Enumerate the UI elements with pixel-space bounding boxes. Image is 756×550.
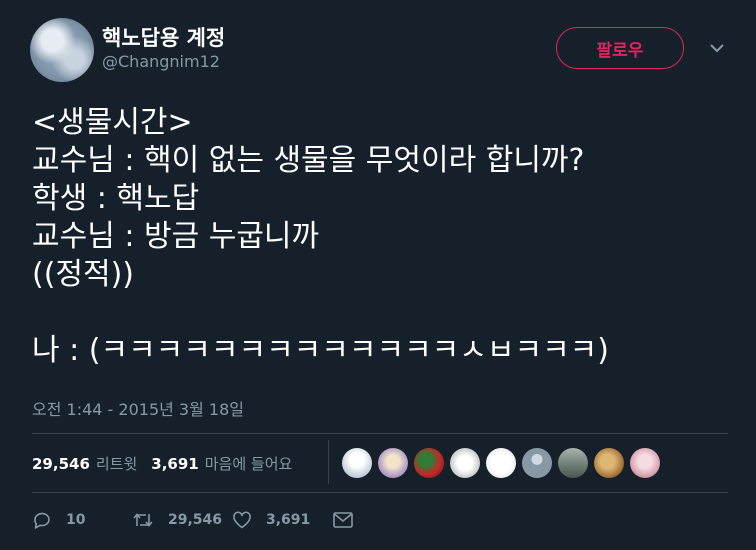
likes-label: 마음에 들어요 <box>204 455 293 473</box>
reply-icon <box>34 512 50 529</box>
profile-avatar[interactable] <box>30 18 94 82</box>
divider-bottom <box>32 492 728 493</box>
liker-avatar[interactable] <box>630 448 660 478</box>
engagement-stats: 29,546 리트윗 3,691 마음에 들어요 <box>32 453 306 474</box>
retweets-label: 리트윗 <box>95 455 138 473</box>
display-name[interactable]: 핵노답용 계정 <box>102 22 225 52</box>
divider-top <box>32 433 728 434</box>
like-button[interactable]: 3,691 <box>232 510 332 530</box>
retweet-icon <box>133 513 153 527</box>
chevron-down-icon[interactable] <box>707 40 727 56</box>
likes-count: 3,691 <box>151 455 199 473</box>
reply-count: 10 <box>66 512 86 528</box>
liker-avatar[interactable] <box>414 448 444 478</box>
heart-icon <box>233 511 251 529</box>
liker-avatar[interactable] <box>594 448 624 478</box>
retweets-count: 29,546 <box>32 455 90 473</box>
liker-avatar[interactable] <box>558 448 588 478</box>
tweet-text: <생물시간> 교수님 : 핵이 없는 생물을 무엇이라 합니까? 학생 : 핵노… <box>32 105 609 368</box>
follow-button[interactable]: 팔로우 <box>556 27 684 69</box>
retweet-button[interactable]: 29,546 <box>132 510 232 530</box>
liker-avatars <box>342 448 666 478</box>
likes-stat[interactable]: 3,691 마음에 들어요 <box>151 453 292 474</box>
envelope-icon <box>333 512 353 528</box>
message-button[interactable] <box>332 511 368 529</box>
action-bar: 10 29,546 3,691 <box>32 510 368 530</box>
liker-avatar[interactable] <box>342 448 372 478</box>
retweet-count: 29,546 <box>168 512 223 528</box>
liker-avatar[interactable] <box>450 448 480 478</box>
reply-button[interactable]: 10 <box>32 510 132 530</box>
stats-separator <box>328 440 329 484</box>
liker-avatar[interactable] <box>378 448 408 478</box>
tweet-timestamp[interactable]: 오전 1:44 - 2015년 3월 18일 <box>32 396 244 420</box>
liker-avatar[interactable] <box>486 448 516 478</box>
like-count: 3,691 <box>266 512 311 528</box>
liker-avatar[interactable] <box>522 448 552 478</box>
user-handle[interactable]: @Changnim12 <box>102 52 220 71</box>
retweets-stat[interactable]: 29,546 리트윗 <box>32 453 137 474</box>
